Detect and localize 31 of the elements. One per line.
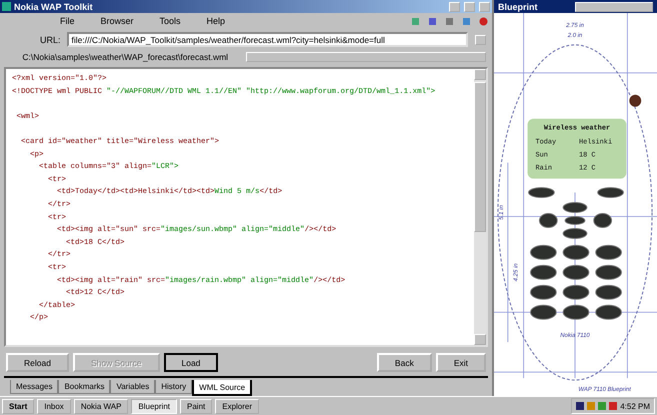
taskbar-button[interactable]: Inbox	[37, 398, 71, 414]
taskbar-button[interactable]: Blueprint	[131, 398, 177, 414]
url-field[interactable]: file:///C:/Nokia/WAP_Toolkit/samples/weather/forecast.wml?city=helsinki&mode=full	[66, 32, 468, 47]
tab[interactable]: Messages	[10, 380, 58, 394]
menu-item[interactable]: Help	[206, 16, 226, 26]
minimize-button[interactable]	[449, 2, 460, 12]
url-label: URL:	[40, 34, 61, 44]
dropdown-button[interactable]	[475, 34, 486, 44]
load-button[interactable]: Load	[164, 353, 218, 372]
menu-item[interactable]: Tools	[160, 16, 181, 26]
clock: 4:52 PM	[620, 402, 650, 411]
tab[interactable]: Bookmarks	[58, 380, 110, 394]
scrollbar[interactable]	[474, 69, 486, 346]
start-button[interactable]: Start	[2, 398, 34, 414]
maximize-button[interactable]	[464, 2, 475, 12]
toolbar-button[interactable]: Reload	[6, 353, 69, 372]
taskbar-button[interactable]: Explorer	[215, 398, 260, 414]
tab[interactable]: History	[155, 380, 192, 394]
window-title: Nokia WAP Toolkit	[14, 2, 93, 12]
tab[interactable]: WML Source	[192, 380, 252, 396]
toolbar-button[interactable]: Back	[376, 353, 432, 372]
document-title: C:\Nokia\samples\weather\WAP_forecast\forecast.wml	[21, 52, 230, 62]
taskbar-button[interactable]: Paint	[180, 398, 212, 414]
menu-item[interactable]: File	[60, 16, 75, 26]
menu-item[interactable]: Browser	[100, 16, 134, 26]
tab[interactable]: Variables	[110, 380, 156, 394]
stop-icon[interactable]	[479, 16, 488, 26]
toolbar-button[interactable]: Exit	[436, 353, 486, 372]
app-icon	[2, 2, 11, 11]
taskbar-button[interactable]: Nokia WAP	[74, 398, 128, 414]
panel-title: Blueprint	[498, 2, 538, 12]
